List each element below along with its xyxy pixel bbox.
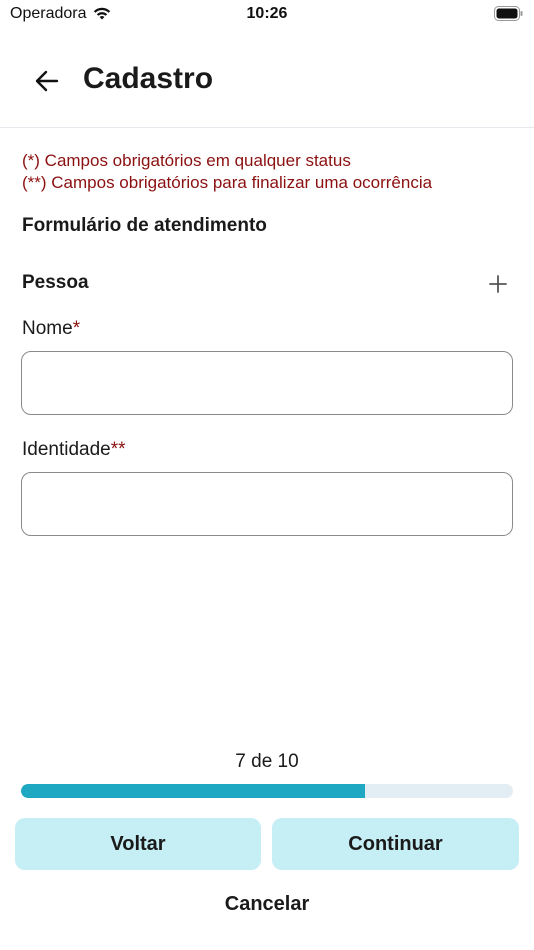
name-label-text: Nome	[22, 318, 73, 339]
identity-label-text: Identidade	[22, 439, 111, 460]
continue-button[interactable]: Continuar	[272, 818, 519, 870]
required-marker: *	[72, 318, 81, 339]
person-section-header: Pessoa	[22, 270, 512, 298]
plus-icon	[489, 275, 507, 293]
name-input[interactable]	[21, 351, 513, 415]
required-marker: **	[110, 439, 126, 460]
progress-bar-fill	[21, 784, 366, 798]
add-person-button[interactable]	[484, 270, 512, 298]
cancel-button[interactable]: Cancelar	[0, 893, 534, 916]
back-button[interactable]	[30, 64, 64, 98]
status-bar: Operadora 10:26	[0, 0, 534, 30]
page-title: Cadastro	[83, 62, 214, 95]
progress-label: 7 de 10	[235, 751, 299, 772]
arrow-left-icon	[35, 70, 59, 92]
identity-field-label: Identidade**	[22, 439, 126, 461]
required-note-finalize: (**) Campos obrigatórios para finalizar …	[22, 173, 433, 192]
required-fields-notes: (*) Campos obrigatórios em qualquer stat…	[22, 150, 432, 194]
name-field-label: Nome*	[22, 318, 80, 340]
form-section-title: Formulário de atendimento	[22, 215, 267, 236]
status-time: 10:26	[246, 5, 288, 22]
identity-input[interactable]	[21, 472, 513, 536]
battery-icon	[494, 6, 523, 21]
app-header: Cadastro	[0, 50, 534, 128]
person-label: Pessoa	[22, 272, 89, 293]
progress-bar	[21, 784, 513, 798]
required-note-any-status: (*) Campos obrigatórios em qualquer stat…	[22, 151, 351, 170]
back-step-button[interactable]: Voltar	[15, 818, 261, 870]
